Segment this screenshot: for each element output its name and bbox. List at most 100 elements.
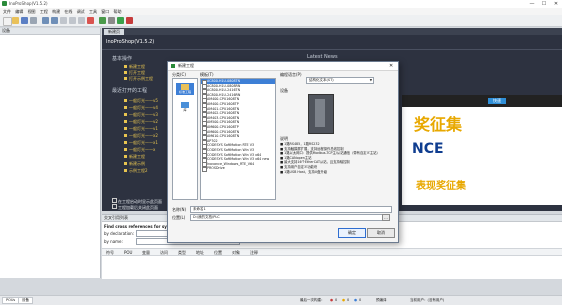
column-header[interactable]: 变量 xyxy=(142,250,150,256)
minimize-button[interactable]: — xyxy=(526,0,538,8)
ok-button[interactable]: 确定 xyxy=(338,228,366,238)
dialog-title-bar: 新建工程 ✕ xyxy=(168,62,398,71)
menu-build[interactable]: 构建 xyxy=(52,8,60,15)
location-label: 位置(L) xyxy=(172,215,186,220)
column-header[interactable]: POU xyxy=(124,250,133,255)
news-headline-3: 表现奖征集 xyxy=(416,181,466,192)
column-header[interactable]: 访问 xyxy=(160,250,168,256)
menu-project[interactable]: 工程 xyxy=(40,8,48,15)
recent-project-item[interactable]: 一般灯光——x xyxy=(124,147,155,153)
menu-window[interactable]: 窗口 xyxy=(101,8,109,15)
paste-icon[interactable] xyxy=(78,17,85,24)
project-icon xyxy=(124,169,127,172)
warning-icon: ● xyxy=(342,298,346,302)
current-user: 当前用户：(没有用户) xyxy=(410,298,445,302)
warning-count: 0 xyxy=(347,298,350,302)
category-library[interactable]: 库 xyxy=(176,101,194,113)
toolbar xyxy=(0,15,562,27)
open-example-icon xyxy=(124,77,127,80)
stop-icon[interactable] xyxy=(126,17,133,24)
message-icon: ● xyxy=(354,298,358,302)
news-banner[interactable]: 快速 奖征集 NCE 表现奖征集 xyxy=(402,95,562,205)
category-standard-project[interactable]: 标准工程 xyxy=(176,83,194,95)
tab-devices[interactable]: 设备 xyxy=(18,297,33,304)
menu-file[interactable]: 文件 xyxy=(3,8,11,15)
menu-view[interactable]: 视图 xyxy=(28,8,36,15)
column-header[interactable]: 符号 xyxy=(106,250,114,256)
delete-icon[interactable] xyxy=(87,17,94,24)
new-project-dialog: 新建工程 ✕ 分类(C) 标准工程 库 模板(T) AC800-H1U-0808… xyxy=(167,61,399,243)
recent-project-item[interactable]: 一般灯光——v1 xyxy=(124,126,158,132)
project-location-input[interactable]: D:\我的文档\PLC xyxy=(190,214,384,221)
project-icon xyxy=(124,155,127,158)
menu-help[interactable]: 帮助 xyxy=(114,8,122,15)
news-header: 快速 xyxy=(402,95,562,107)
recent-project-item[interactable]: 一般灯光——v4 xyxy=(124,105,158,111)
open-project-icon xyxy=(124,71,127,74)
document-tabs: 新建页 xyxy=(102,28,562,35)
column-header[interactable]: 地址 xyxy=(196,250,204,256)
plc-device-image xyxy=(308,94,334,134)
device-panel: 设备 xyxy=(0,28,101,278)
cut-icon[interactable] xyxy=(60,17,67,24)
error-count: 0 xyxy=(335,298,338,302)
menu-tools[interactable]: 工具 xyxy=(89,8,97,15)
dialog-close-icon[interactable]: ✕ xyxy=(389,62,393,70)
menu-edit[interactable]: 编辑 xyxy=(15,8,23,15)
news-headline-1: 奖征集 xyxy=(414,115,463,134)
column-header[interactable]: 位置 xyxy=(214,250,222,256)
maximize-button[interactable]: ☐ xyxy=(538,0,550,8)
start-page-logo: InoProShop(V1.5.2) xyxy=(106,39,155,45)
message-count: 0 xyxy=(359,298,362,302)
project-icon xyxy=(124,127,127,130)
recent-project-item[interactable]: 一般灯光——v3 xyxy=(124,112,158,118)
run-icon[interactable] xyxy=(117,17,124,24)
print-icon[interactable] xyxy=(30,17,37,24)
menu-online[interactable]: 在线 xyxy=(64,8,72,15)
device-panel-title: 设备 xyxy=(0,28,100,35)
undo-icon[interactable] xyxy=(42,17,49,24)
column-header[interactable]: 注释 xyxy=(250,250,258,256)
recent-project-item[interactable]: 新建工程 xyxy=(124,154,145,160)
cross-reference-header: 符号 POU 变量 访问 类型 地址 位置 对象 注释 xyxy=(102,248,562,256)
error-icon: ● xyxy=(330,298,334,302)
recent-project-item[interactable]: 一般灯光——v5 xyxy=(124,98,158,104)
recent-project-item[interactable]: 一般灯光——x2 xyxy=(124,133,158,139)
column-header[interactable]: 类型 xyxy=(178,250,186,256)
chevron-down-icon: ▼ xyxy=(369,78,372,82)
basic-ops-title: 基本操作 xyxy=(112,56,133,62)
language-label: 编程语言(P) xyxy=(280,72,302,77)
recent-project-item[interactable]: 示例工程2 xyxy=(124,168,148,174)
project-name-input[interactable]: 未命名1 xyxy=(190,206,392,213)
recent-project-item[interactable]: 一般灯光——x1 xyxy=(124,140,158,146)
logout-icon[interactable] xyxy=(108,17,115,24)
categories-list: 标准工程 库 xyxy=(172,78,198,200)
name-label: 名称(N) xyxy=(172,207,187,212)
menu-debug[interactable]: 调试 xyxy=(77,8,85,15)
save-icon[interactable] xyxy=(21,17,28,24)
template-item[interactable]: PROSDrive xyxy=(201,166,275,172)
cancel-button[interactable]: 取消 xyxy=(367,228,395,238)
menu-bar: 文件 编辑 视图 工程 构建 在线 调试 工具 窗口 帮助 xyxy=(0,8,562,15)
column-header[interactable]: 对象 xyxy=(232,250,240,256)
title-bar: InoProShop(V1.5.2) — ☐ ✕ xyxy=(0,0,562,8)
language-select[interactable]: 结构化文本(ST) ▼ xyxy=(306,77,374,84)
close-button[interactable]: ✕ xyxy=(550,0,562,8)
redo-icon[interactable] xyxy=(51,17,58,24)
new-icon[interactable] xyxy=(3,17,12,26)
news-search-button[interactable]: 快速 xyxy=(488,98,506,104)
project-icon xyxy=(124,162,127,165)
recent-project-item[interactable]: 一般灯光——v2 xyxy=(124,119,158,125)
build-status: 最后一次构建： xyxy=(300,298,325,302)
close-after-load-checkbox[interactable]: 工程加载后关闭此页面 xyxy=(112,204,158,211)
copy-icon[interactable] xyxy=(69,17,76,24)
open-folder-icon[interactable] xyxy=(12,17,19,24)
tab-pous[interactable]: POUs xyxy=(2,297,20,304)
login-icon[interactable] xyxy=(99,17,106,24)
browse-button[interactable]: … xyxy=(382,214,390,221)
project-icon xyxy=(124,148,127,151)
app-icon xyxy=(2,1,7,6)
recent-project-item[interactable]: 新建示例 xyxy=(124,161,145,167)
open-example-link[interactable]: 打开示例工程 xyxy=(124,76,153,82)
by-declaration-label: by declaration: xyxy=(104,231,135,236)
